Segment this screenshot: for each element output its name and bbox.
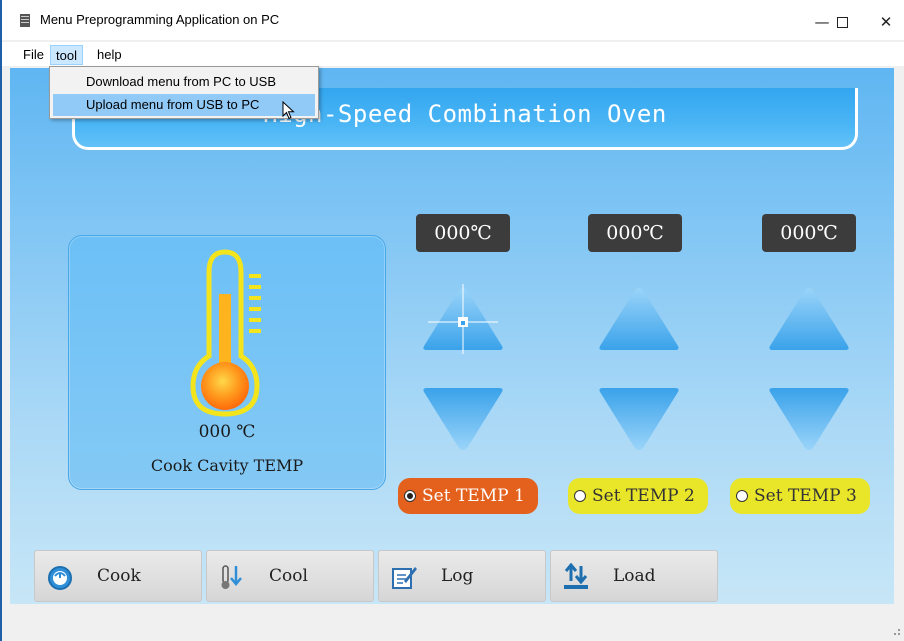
gauge-icon <box>48 566 72 590</box>
mouse-cursor-icon <box>282 101 295 120</box>
zone-1-down-arrow-icon[interactable] <box>420 384 506 454</box>
zone-3-temp-display: 000℃ <box>762 214 856 252</box>
menu-tool[interactable]: tool <box>50 45 83 65</box>
zone-3-up-arrow-icon[interactable] <box>766 284 852 354</box>
set-temp-3-label: Set TEMP 3 <box>754 486 857 506</box>
zone-2-up-arrow-icon[interactable] <box>596 284 682 354</box>
set-temp-2-label: Set TEMP 2 <box>592 486 695 506</box>
tab-cool[interactable]: Cool <box>206 550 374 602</box>
cool-icon <box>221 565 242 589</box>
app-icon <box>20 14 30 27</box>
set-temp-1-button[interactable]: Set TEMP 1 <box>398 478 538 514</box>
set-temp-1-radio[interactable] <box>404 490 416 502</box>
log-icon <box>392 567 417 589</box>
cook-cavity-panel: 000 ℃ Cook Cavity TEMP <box>68 235 386 490</box>
tab-cook[interactable]: Cook <box>34 550 202 602</box>
menu-help[interactable]: help <box>92 45 127 65</box>
tab-log[interactable]: Log <box>378 550 546 602</box>
oven-panel: High-Speed Combination Oven 000 ℃ Cook C… <box>10 68 894 604</box>
menu-item-download-pc-to-usb[interactable]: Download menu from PC to USB <box>53 71 315 93</box>
tab-log-label: Log <box>441 566 474 586</box>
set-temp-1-label: Set TEMP 1 <box>422 486 525 506</box>
set-temp-3-button[interactable]: Set TEMP 3 <box>730 478 870 514</box>
zone-1-temp-display: 000℃ <box>416 214 510 252</box>
cavity-temp-label: Cook Cavity TEMP <box>150 456 304 475</box>
set-temp-2-radio[interactable] <box>574 490 586 502</box>
set-temp-3-radio[interactable] <box>736 490 748 502</box>
thermometer-icon <box>190 249 261 417</box>
zone-1-up-arrow-icon[interactable] <box>420 284 506 354</box>
tool-dropdown-menu: Download menu from PC to USB Upload menu… <box>49 66 319 119</box>
close-button[interactable]: ✕ <box>866 8 904 36</box>
zone-3-down-arrow-icon[interactable] <box>766 384 852 454</box>
cavity-temp-value: 000 ℃ <box>198 422 256 442</box>
maximize-button[interactable] <box>822 8 862 36</box>
menu-file[interactable]: File <box>18 45 49 65</box>
set-temp-2-button[interactable]: Set TEMP 2 <box>568 478 708 514</box>
maximize-icon <box>836 16 848 28</box>
status-strip <box>2 604 904 641</box>
zone-2-down-arrow-icon[interactable] <box>596 384 682 454</box>
app-window: Menu Preprogramming Application on PC — … <box>0 0 904 641</box>
tab-cook-label: Cook <box>97 566 141 586</box>
resize-grip-icon[interactable] <box>890 627 900 637</box>
load-icon <box>564 563 588 589</box>
tab-load[interactable]: Load <box>550 550 718 602</box>
title-bar: Menu Preprogramming Application on PC — … <box>2 0 904 40</box>
tab-load-label: Load <box>613 566 656 586</box>
menu-item-upload-usb-to-pc[interactable]: Upload menu from USB to PC <box>53 94 315 116</box>
tab-cool-label: Cool <box>269 566 308 586</box>
menu-bar: File tool help <box>2 42 904 66</box>
zone-2-temp-display: 000℃ <box>588 214 682 252</box>
window-title: Menu Preprogramming Application on PC <box>40 12 280 27</box>
